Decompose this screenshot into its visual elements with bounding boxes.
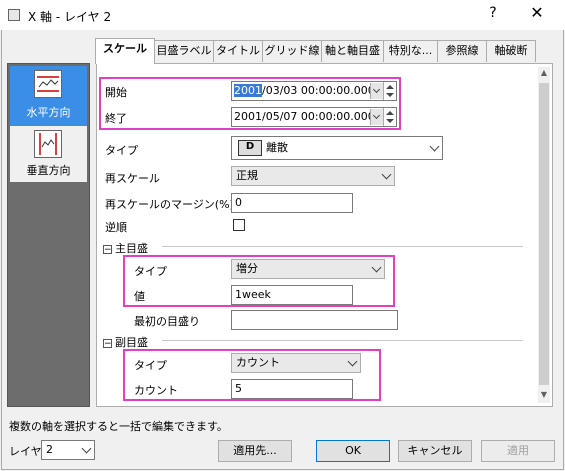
vertical-axis-item[interactable]: 垂直方向 — [10, 126, 87, 182]
horizontal-axis-item[interactable]: 水平方向 — [10, 66, 87, 126]
start-field[interactable]: 2001/03/03 00:00:00.000 — [231, 81, 397, 101]
first-tick-label: 最初の目盛り — [134, 315, 200, 328]
end-dropdown-icon[interactable] — [370, 109, 383, 125]
vertical-axis-label: 垂直方向 — [26, 164, 71, 177]
rescale-margin-field[interactable]: 0 — [231, 193, 353, 213]
end-field[interactable]: 2001/05/07 00:00:00.000 — [231, 107, 397, 127]
end-spinner[interactable] — [383, 108, 396, 126]
reverse-label: 逆順 — [105, 221, 127, 234]
tab-reference-lines[interactable]: 参照線 — [437, 40, 487, 62]
chevron-down-icon — [371, 262, 382, 273]
tab-title[interactable]: タイトル — [213, 40, 263, 62]
divider — [162, 246, 523, 247]
layer-select[interactable]: 2 — [41, 440, 95, 460]
tab-axis-and-ticks[interactable]: 軸と軸目盛 — [321, 40, 384, 62]
first-tick-field[interactable] — [231, 310, 398, 330]
app-icon — [8, 9, 20, 21]
minor-type-select[interactable]: カウント — [231, 353, 361, 373]
major-type-select[interactable]: 増分 — [231, 259, 385, 279]
vertical-axis-icon — [34, 130, 62, 158]
minor-type-label: タイプ — [134, 359, 167, 372]
start-spinner[interactable] — [383, 82, 396, 100]
type-label: タイプ — [105, 144, 138, 157]
type-select[interactable]: D 離散 — [231, 136, 443, 160]
horizontal-axis-label: 水平方向 — [26, 106, 71, 119]
scroll-down-icon[interactable]: ▼ — [538, 390, 550, 399]
chevron-down-icon — [429, 141, 440, 152]
cancel-button[interactable]: キャンセル — [398, 440, 472, 462]
minor-ticks-section[interactable]: − 副目盛 — [103, 334, 148, 350]
horizontal-axis-icon — [34, 70, 62, 98]
scrollbar-thumb[interactable] — [539, 83, 549, 385]
rescale-select[interactable]: 正規 — [231, 166, 395, 186]
close-button[interactable]: ✕ — [528, 3, 546, 22]
collapse-icon[interactable]: − — [103, 338, 112, 348]
scroll-up-icon[interactable]: ▲ — [538, 68, 550, 77]
major-value-label: 値 — [134, 290, 145, 303]
reverse-checkbox[interactable] — [233, 219, 245, 231]
vertical-scrollbar[interactable]: ▲ ▼ — [538, 67, 550, 403]
rescale-label: 再スケール — [105, 172, 160, 185]
axis-direction-panel: 水平方向 垂直方向 — [7, 63, 90, 407]
start-label: 開始 — [105, 86, 127, 99]
major-ticks-section[interactable]: − 主目盛 — [103, 240, 148, 256]
window-title: X 軸 - レイヤ 2 — [28, 10, 112, 24]
minor-count-field[interactable]: 5 — [231, 379, 353, 399]
collapse-icon[interactable]: − — [103, 244, 112, 254]
end-label: 終了 — [105, 112, 127, 125]
title-bar: X 軸 - レイヤ 2 ? ✕ — [0, 0, 565, 30]
major-value-field[interactable]: 1week — [231, 285, 353, 305]
help-button[interactable]: ? — [485, 5, 501, 21]
discrete-type-icon: D — [238, 140, 262, 156]
tab-scale[interactable]: スケール — [95, 38, 155, 64]
apply-button[interactable]: 適用 — [481, 440, 555, 462]
layer-label: レイヤ — [9, 445, 42, 458]
tab-axis-break[interactable]: 軸破断 — [486, 40, 536, 62]
chevron-down-icon — [81, 443, 92, 454]
tab-special[interactable]: 特別な... — [383, 40, 438, 62]
tab-tick-labels[interactable]: 目盛ラベル — [154, 40, 214, 62]
rescale-margin-label: 再スケールのマージン(%) — [105, 198, 234, 211]
major-type-label: タイプ — [134, 265, 167, 278]
divider — [162, 340, 523, 341]
minor-count-label: カウント — [134, 384, 178, 397]
chevron-down-icon — [347, 356, 358, 367]
tab-grid-lines[interactable]: グリッド線 — [262, 40, 322, 62]
start-dropdown-icon[interactable] — [370, 83, 383, 99]
apply-to-button[interactable]: 適用先... — [218, 440, 292, 462]
footer-hint: 複数の軸を選択すると一括で編集できます。 — [9, 420, 228, 433]
ok-button[interactable]: OK — [316, 440, 390, 462]
chevron-down-icon — [381, 169, 392, 180]
